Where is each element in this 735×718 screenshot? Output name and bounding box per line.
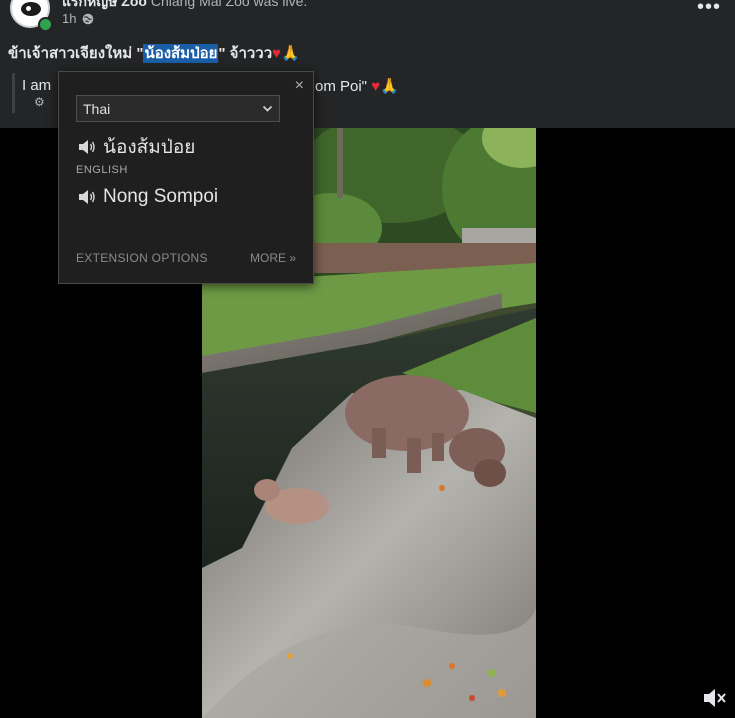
post-meta: 1h xyxy=(62,11,94,26)
post-header: แรกหญ่ษ Zoo Chiang Mai Zoo was live. 1h … xyxy=(0,0,735,34)
post-caption: ข้าเจ้าสาวเจียงใหม่ "น้องส้มป่อย" จ้าววว… xyxy=(8,44,300,63)
chevron-down-icon xyxy=(262,105,273,112)
target-language-label: ENGLISH xyxy=(76,164,128,176)
page-name[interactable]: แรกหญ่ษ Zoo Chiang Mai Zoo was live. xyxy=(62,0,307,13)
mute-icon[interactable] xyxy=(701,686,727,710)
close-icon[interactable]: × xyxy=(295,77,304,95)
more-link[interactable]: MORE » xyxy=(250,251,296,265)
source-text-row: น้องส้มป่อย xyxy=(78,132,195,162)
caption-emojis: ♥🙏 xyxy=(272,45,300,62)
translated-text: Nong Sompoi xyxy=(103,186,219,207)
globe-icon xyxy=(83,13,94,24)
target-text-row: Nong Sompoi xyxy=(78,186,218,208)
language-select-value: Thai xyxy=(83,100,111,117)
selected-word[interactable]: น้องส้มป่อย xyxy=(143,44,219,63)
translation-text-end: om Poi" ♥🙏 xyxy=(315,78,399,95)
gear-icon[interactable]: ⚙ xyxy=(34,95,45,109)
source-text: น้องส้มป่อย xyxy=(103,137,196,158)
online-status-dot xyxy=(38,17,53,32)
extension-options-link[interactable]: EXTENSION OPTIONS xyxy=(76,251,208,265)
translation-text-start: I am xyxy=(22,77,52,94)
speaker-icon[interactable] xyxy=(78,189,96,205)
post-time[interactable]: 1h xyxy=(62,11,76,26)
speaker-icon[interactable] xyxy=(78,139,96,155)
more-options-icon[interactable]: ••• xyxy=(697,0,721,19)
video-controls xyxy=(0,678,735,718)
translation-popup: × Thai น้องส้มป่อย ENGLISH Nong Sompoi E… xyxy=(58,71,314,284)
language-select[interactable]: Thai xyxy=(76,95,280,122)
